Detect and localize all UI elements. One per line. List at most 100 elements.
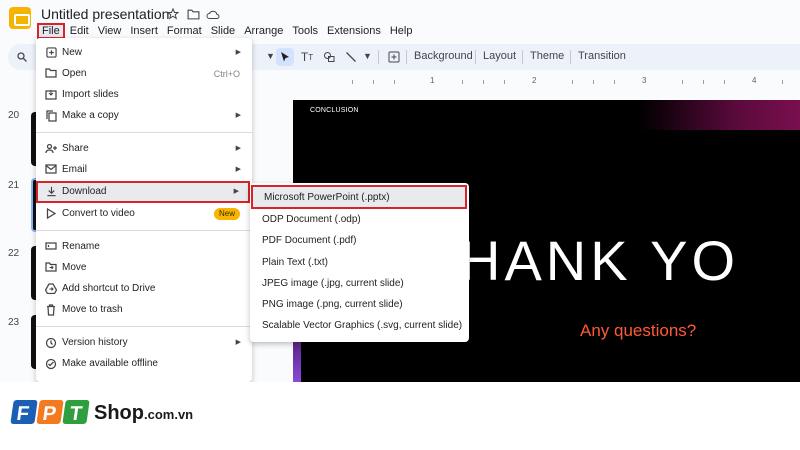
menu-item-label: Download: [62, 186, 107, 197]
menu-file[interactable]: File: [37, 23, 65, 39]
star-icon[interactable]: [166, 7, 180, 21]
menu-item-label: Convert to video: [62, 208, 135, 219]
move-folder-icon[interactable]: [186, 7, 200, 21]
image-shape-icon[interactable]: [320, 48, 338, 66]
submenu-arrow-icon: ▶: [233, 188, 239, 195]
ruler-tick: [703, 80, 704, 84]
drive-shortcut-icon: [44, 283, 58, 295]
menu-item-label: Scalable Vector Graphics (.svg, current …: [262, 320, 463, 331]
offline-icon: [45, 358, 57, 370]
move-folder-icon: [45, 262, 57, 274]
line-dropdown-icon[interactable]: ▼: [363, 51, 372, 61]
title-actions: [166, 7, 220, 21]
ruler-tick: [504, 80, 505, 84]
slide-headline[interactable]: HANK YO: [460, 228, 739, 293]
menu-help[interactable]: Help: [386, 24, 417, 38]
menu-arrange[interactable]: Arrange: [240, 24, 287, 38]
slide-section-label[interactable]: CONCLUSION: [310, 107, 359, 114]
menu-item-label: Share: [62, 143, 89, 154]
download-option-jpg[interactable]: JPEG image (.jpg, current slide): [250, 273, 469, 294]
menu-item-label: Make a copy: [62, 110, 119, 121]
line-tool-icon[interactable]: [342, 48, 360, 66]
search-menus-icon[interactable]: [16, 50, 30, 64]
toolbar-divider: [475, 50, 476, 64]
ruler-tick: [782, 80, 783, 84]
menu-insert[interactable]: Insert: [126, 24, 162, 38]
menu-edit[interactable]: Edit: [66, 24, 93, 38]
menu-tools[interactable]: Tools: [288, 24, 322, 38]
slide-number: 23: [8, 317, 20, 328]
menu-view[interactable]: View: [94, 24, 126, 38]
screenshot: Untitled presentation File Edit View Ins…: [0, 0, 800, 450]
add-comment-icon[interactable]: [385, 48, 403, 66]
menu-item-rename[interactable]: Rename: [36, 237, 252, 257]
menu-item-move-to-trash[interactable]: Move to trash: [36, 300, 252, 320]
slide-number: 22: [8, 248, 20, 259]
ruler-tick: [373, 80, 374, 84]
text-box-icon[interactable]: TT: [298, 48, 316, 66]
menu-item-add-shortcut-to-drive[interactable]: Add shortcut to Drive: [36, 279, 252, 299]
menu-extensions[interactable]: Extensions: [323, 24, 385, 38]
plus-square-icon: [45, 47, 57, 59]
menu-divider: [36, 230, 252, 231]
menu-item-download[interactable]: Download ▶: [36, 181, 250, 203]
slides-app-window: Untitled presentation File Edit View Ins…: [0, 0, 800, 382]
layout-button[interactable]: Layout: [483, 50, 516, 62]
menu-item-label: Rename: [62, 241, 100, 252]
document-title[interactable]: Untitled presentation: [41, 6, 169, 22]
ruler-tick: [352, 80, 353, 84]
trash-icon: [45, 304, 57, 316]
menu-format[interactable]: Format: [163, 24, 206, 38]
ruler-number: 2: [532, 76, 537, 85]
toolbar-divider: [378, 50, 379, 64]
download-option-txt[interactable]: Plain Text (.txt): [250, 252, 469, 273]
submenu-arrow-icon: ▶: [235, 339, 241, 346]
select-cursor-icon[interactable]: [276, 48, 294, 66]
menu-item-email[interactable]: Email ▶: [36, 160, 252, 180]
folder-icon: [45, 68, 57, 80]
menu-item-make-a-copy[interactable]: Make a copy ▶: [36, 106, 252, 126]
menu-item-version-history[interactable]: Version history ▶: [36, 333, 252, 353]
menu-item-open[interactable]: Open Ctrl+O: [36, 64, 252, 84]
menu-slide[interactable]: Slide: [207, 24, 239, 38]
toolbar-divider: [522, 50, 523, 64]
download-option-svg[interactable]: Scalable Vector Graphics (.svg, current …: [250, 315, 469, 336]
ruler-tick: [682, 80, 683, 84]
toolbar-divider: [406, 50, 407, 64]
menu-item-label: Move to trash: [62, 304, 123, 315]
background-button[interactable]: Background: [414, 50, 473, 62]
slides-logo-icon[interactable]: [9, 7, 31, 29]
share-person-icon: [45, 143, 57, 155]
download-option-pptx[interactable]: Microsoft PowerPoint (.pptx): [251, 185, 467, 209]
rename-icon: [45, 241, 57, 253]
slide-subtitle[interactable]: Any questions?: [580, 321, 696, 341]
menu-item-convert-to-video[interactable]: Convert to video New: [36, 204, 252, 224]
file-menu: New ▶ Open Ctrl+O Import slides Make a c…: [36, 38, 252, 382]
menu-item-label: Open: [62, 68, 87, 79]
menu-item-import-slides[interactable]: Import slides: [36, 85, 252, 105]
toolbar-divider: [570, 50, 571, 64]
menu-item-label: JPEG image (.jpg, current slide): [262, 278, 404, 289]
menu-item-label: Plain Text (.txt): [262, 257, 328, 268]
slide-number: 21: [8, 180, 20, 191]
transition-button[interactable]: Transition: [578, 50, 626, 62]
download-option-pdf[interactable]: PDF Document (.pdf): [250, 230, 469, 251]
shortcut-hint: Ctrl+O: [213, 69, 240, 79]
download-submenu: Microsoft PowerPoint (.pptx) ODP Documen…: [250, 183, 469, 342]
menu-bar: File Edit View Insert Format Slide Arran…: [37, 23, 417, 39]
theme-button[interactable]: Theme: [530, 50, 564, 62]
play-icon: [45, 207, 57, 220]
menu-item-share[interactable]: Share ▶: [36, 139, 252, 159]
download-option-odp[interactable]: ODP Document (.odp): [250, 209, 469, 230]
import-icon: [45, 89, 57, 101]
menu-item-make-available-offline[interactable]: Make available offline: [36, 354, 252, 374]
zoom-dropdown-icon[interactable]: ▼: [266, 51, 275, 61]
download-icon: [45, 186, 57, 198]
submenu-arrow-icon: ▶: [235, 112, 241, 119]
menu-item-new[interactable]: New ▶: [36, 43, 252, 63]
download-option-png[interactable]: PNG image (.png, current slide): [250, 294, 469, 315]
menu-item-move[interactable]: Move: [36, 258, 252, 278]
ruler-number: 4: [752, 76, 757, 85]
submenu-arrow-icon: ▶: [235, 166, 241, 173]
cloud-status-icon[interactable]: [206, 7, 220, 21]
